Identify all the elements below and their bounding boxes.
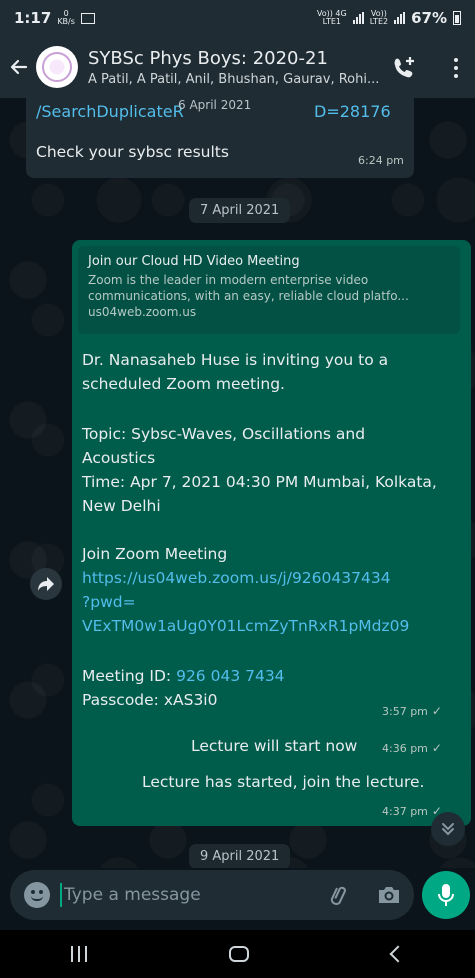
zoom-time: Time: Apr 7, 2021 04:30 PM Mumbai, Kolka…	[82, 473, 437, 515]
single-tick-icon: ✓	[431, 704, 442, 718]
net-speed-unit: KB/s	[57, 17, 75, 26]
group-title: SYBSc Phys Boys: 2020-21	[88, 47, 328, 69]
zoom-intro: Dr. Nanasaheb Huse is inviting you to a …	[82, 351, 389, 393]
meeting-id-value[interactable]: 926 043 7434	[176, 667, 284, 685]
home-button[interactable]	[229, 946, 250, 962]
meeting-id-label: Meeting ID:	[82, 667, 177, 685]
lecture-start-time: 4:36 pm	[382, 741, 428, 755]
zoom-url-line1[interactable]: https://us04web.zoom.us/j/9260437434	[82, 566, 391, 590]
more-options-button[interactable]	[446, 54, 466, 82]
system-nav-bar	[0, 930, 475, 978]
camera-icon	[379, 887, 399, 903]
date-divider: 7 April 2021	[189, 198, 291, 223]
network-1-sub: LTE1	[322, 17, 341, 26]
results-link-part2[interactable]: D=28176	[314, 102, 391, 121]
network-2: Vo)) LTE2	[370, 10, 388, 26]
attach-button[interactable]	[328, 883, 352, 907]
status-time: 1:17	[14, 9, 52, 27]
add-call-icon	[394, 57, 414, 78]
chat-area[interactable]: /SearchDuplicateR D=28176 Check your syb…	[0, 98, 475, 868]
lecture-started-text: Lecture has started, join the lecture.	[142, 773, 425, 791]
preview-description: Zoom is the leader in modern enterprise …	[88, 273, 409, 303]
preview-title: Join our Cloud HD Video Meeting	[88, 254, 300, 269]
message-composer	[10, 870, 414, 920]
zoom-join-label: Join Zoom Meeting	[82, 545, 228, 563]
signal-1-icon	[352, 12, 364, 24]
results-text: Check your sybsc results	[36, 143, 229, 161]
message-input[interactable]	[64, 880, 304, 910]
message-lecture-started[interactable]: Lecture has started, join the lecture. 4…	[132, 766, 468, 824]
back-button[interactable]	[4, 47, 34, 87]
add-call-button[interactable]	[390, 54, 418, 82]
zoom-passcode: Passcode: xAS3i0	[82, 691, 218, 709]
floating-date-text: 6 April 2021	[178, 98, 252, 112]
date-divider: 9 April 2021	[189, 844, 291, 868]
signal-2-icon	[394, 12, 406, 24]
status-bar: 1:17 0 KB/s Vo)) 4G LTE1 Vo)) LTE2 67%	[0, 0, 475, 36]
date-divider-text: 9 April 2021	[200, 849, 280, 864]
recents-icon	[71, 946, 74, 962]
zoom-topic: Topic: Sybsc-Waves, Oscillations and Aco…	[82, 425, 366, 467]
camera-button[interactable]	[376, 883, 402, 907]
network-1: Vo)) 4G LTE1	[317, 10, 347, 26]
recents-button[interactable]	[71, 946, 88, 962]
zoom-sent-time: 3:57 pm	[382, 704, 428, 718]
mic-icon	[438, 884, 454, 906]
group-avatar[interactable]	[36, 46, 78, 88]
battery-percent: 67%	[411, 9, 447, 27]
lecture-start-text: Lecture will start now	[191, 737, 358, 755]
system-back-button[interactable]	[389, 945, 407, 963]
results-time: 6:24 pm	[358, 154, 404, 167]
preview-domain: us04web.zoom.us	[88, 305, 197, 319]
gallery-notification-icon	[80, 12, 95, 24]
group-info[interactable]: SYBSc Phys Boys: 2020-21 A Patil, A Pati…	[88, 48, 378, 87]
floating-date: 6 April 2021	[172, 98, 257, 112]
more-vert-icon	[454, 58, 458, 62]
single-tick-icon: ✓	[431, 741, 442, 755]
status-right: Vo)) 4G LTE1 Vo)) LTE2 67%	[317, 9, 461, 27]
network-2-sub: LTE2	[369, 17, 389, 26]
message-lecture-start[interactable]: Lecture will start now 4:36 pm ✓	[182, 730, 460, 762]
arrow-left-icon	[10, 59, 28, 75]
results-link-part1[interactable]: /SearchDuplicateR	[36, 102, 184, 121]
paperclip-icon	[330, 886, 346, 905]
emoji-button[interactable]	[24, 882, 50, 908]
text-cursor	[60, 883, 62, 907]
scroll-down-button[interactable]	[431, 812, 465, 846]
date-divider-text: 7 April 2021	[200, 203, 280, 218]
forward-icon	[38, 577, 54, 591]
battery-icon	[453, 11, 461, 25]
voice-message-button[interactable]	[422, 871, 470, 919]
group-members: A Patil, A Patil, Anil, Bhushan, Gaurav,…	[88, 71, 378, 87]
emoji-icon	[31, 896, 43, 901]
group-logo-icon	[42, 52, 72, 82]
lecture-started-time: 4:37 pm	[382, 804, 428, 818]
forward-button[interactable]	[30, 568, 62, 600]
zoom-url-line2[interactable]: ?pwd=	[82, 590, 136, 614]
zoom-url-line3[interactable]: VExTM0w1aUg0Y01LcmZyTnRxR1pMdz09	[82, 614, 409, 638]
zoom-meeting-id-row: Meeting ID: 926 043 7434	[82, 664, 285, 688]
chat-header: SYBSc Phys Boys: 2020-21 A Patil, A Pati…	[0, 36, 475, 98]
double-chevron-down-icon	[442, 823, 454, 836]
net-speed: 0 KB/s	[57, 10, 75, 26]
link-preview-card[interactable]: Join our Cloud HD Video Meeting Zoom is …	[78, 246, 460, 334]
